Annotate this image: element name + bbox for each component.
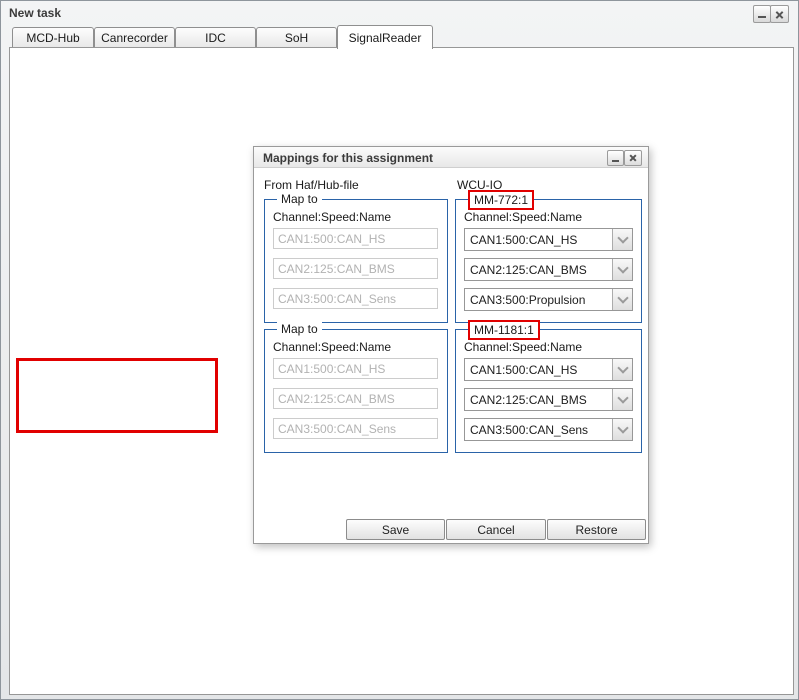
dialog-close-button[interactable] [624, 150, 642, 166]
channel-speed-name-label: Channel:Speed:Name [464, 210, 582, 224]
close-icon [775, 10, 784, 19]
source-can2-input [273, 258, 438, 279]
chevron-down-icon[interactable] [612, 229, 632, 250]
from-haf-header: From Haf/Hub-file [264, 178, 359, 192]
tab-mcd-hub[interactable]: MCD-Hub [12, 27, 94, 48]
target-1181-can1-select[interactable]: CAN1:500:CAN_HS [464, 358, 633, 381]
chevron-down-icon[interactable] [612, 419, 632, 440]
tab-signalreader[interactable]: SignalReader [337, 25, 433, 49]
target-772-can1-select[interactable]: CAN1:500:CAN_HS [464, 228, 633, 251]
save-button[interactable]: Save [346, 519, 445, 540]
source-can1-input [273, 228, 438, 249]
target-1181-can3-select[interactable]: CAN3:500:CAN_Sens [464, 418, 633, 441]
dialog-cancel-button[interactable]: Cancel [446, 519, 546, 540]
map-to-legend-2: Map to [277, 322, 322, 336]
map-to-fieldset-2: Map to Channel:Speed:Name [264, 329, 448, 453]
tab-idc[interactable]: IDC [175, 27, 256, 48]
close-button[interactable] [770, 5, 789, 23]
close-icon [629, 154, 637, 162]
mappings-dialog: Mappings for this assignment From Haf/Hu… [253, 146, 649, 544]
source-can3-input [273, 288, 438, 309]
chevron-down-icon[interactable] [612, 389, 632, 410]
restore-button[interactable]: Restore [547, 519, 646, 540]
chevron-down-icon[interactable] [612, 259, 632, 280]
wcu-1181-fieldset: MM-1181:1 Channel:Speed:Name CAN1:500:CA… [455, 329, 642, 453]
new-task-window: New task MCD-Hub Canrecorder IDC SoH Sig… [0, 0, 799, 700]
minimize-icon [612, 160, 619, 162]
minimize-button[interactable] [753, 5, 771, 23]
wcu-772-fieldset: MM-772:1 Channel:Speed:Name CAN1:500:CAN… [455, 199, 642, 323]
channel-speed-name-label: Channel:Speed:Name [273, 210, 391, 224]
map-to-legend-1: Map to [277, 192, 322, 206]
mappings-dialog-title: Mappings for this assignment [254, 147, 648, 168]
source-can1-input [273, 358, 438, 379]
tab-soh[interactable]: SoH [256, 27, 337, 48]
wcu-772-legend: MM-772:1 [468, 190, 534, 210]
chevron-down-icon[interactable] [612, 289, 632, 310]
minimize-icon [758, 16, 766, 18]
dialog-minimize-button[interactable] [607, 150, 624, 166]
map-to-fieldset-1: Map to Channel:Speed:Name [264, 199, 448, 323]
wcu-1181-legend: MM-1181:1 [468, 320, 540, 340]
target-1181-can2-select[interactable]: CAN2:125:CAN_BMS [464, 388, 633, 411]
chevron-down-icon[interactable] [612, 359, 632, 380]
tab-canrecorder[interactable]: Canrecorder [94, 27, 175, 48]
target-772-can2-select[interactable]: CAN2:125:CAN_BMS [464, 258, 633, 281]
channel-speed-name-label: Channel:Speed:Name [273, 340, 391, 354]
window-title: New task [9, 6, 61, 20]
channel-speed-name-label: Channel:Speed:Name [464, 340, 582, 354]
source-can2-input [273, 388, 438, 409]
source-can3-input [273, 418, 438, 439]
target-772-can3-select[interactable]: CAN3:500:Propulsion [464, 288, 633, 311]
